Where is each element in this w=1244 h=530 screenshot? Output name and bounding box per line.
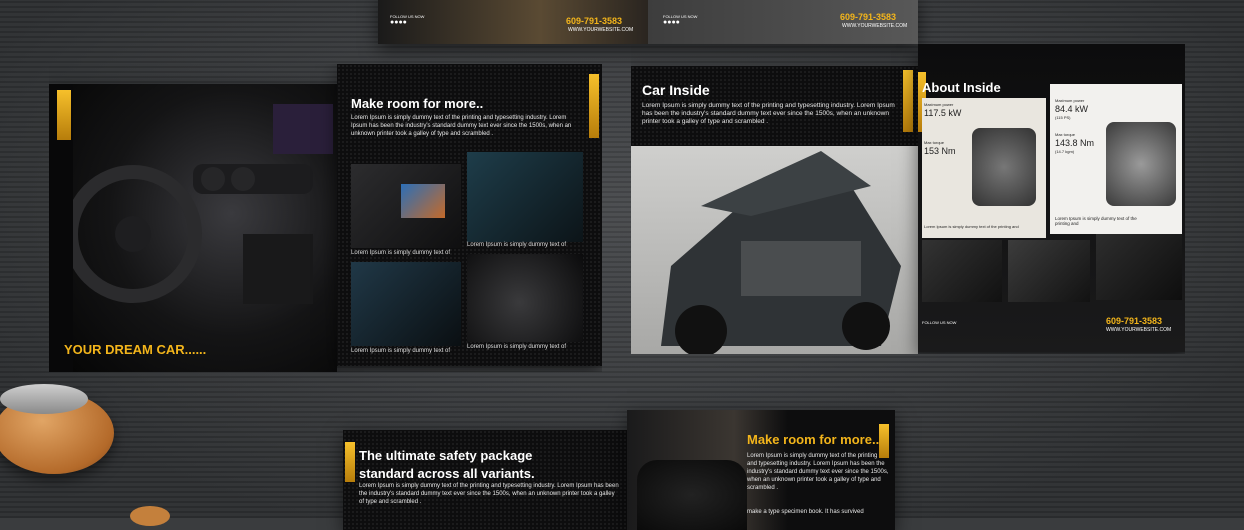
photo-caption: Lorem Ipsum is simply dummy text of	[467, 344, 567, 350]
about-inside-page: About Inside Maximum power 117.5 kW Max …	[918, 44, 1185, 352]
photo-caption: Lorem Ipsum is simply dummy text of	[351, 348, 451, 354]
website: WWW.YOURWEBSITE.COM	[568, 27, 634, 33]
car-photo	[637, 460, 747, 530]
gold-accent-bar	[903, 70, 913, 132]
engine-caption: Lorem Ipsum is simply dummy text of the …	[924, 224, 1019, 229]
spec-value: 153 Nm	[924, 146, 956, 156]
section-heading: Make room for more..	[351, 96, 484, 111]
about-heading: About Inside	[922, 80, 1001, 95]
interior-thumbnail	[1008, 240, 1090, 302]
gold-accent-bar	[345, 442, 355, 482]
phone-number: 609-791-3583	[1106, 316, 1163, 326]
phone-number: 609-791-3583	[840, 12, 897, 22]
safety-heading-line2: standard across all variants.	[359, 466, 535, 481]
social-icon: ●●●●	[390, 19, 407, 26]
wooden-object-top	[0, 384, 88, 414]
interior-thumbnail	[1096, 234, 1182, 300]
wooden-object-small	[130, 506, 170, 526]
right-body-continued: make a type specimen book. It has surviv…	[747, 509, 864, 515]
engine-card-right: Maximum power 84.4 kW (115 PS) Max torqu…	[1050, 84, 1182, 234]
safety-body: Lorem Ipsum is simply dummy text of the …	[359, 483, 619, 505]
right-brochure: Car Inside Lorem Ipsum is simply dummy t…	[631, 44, 1185, 354]
spec-value: 117.5 kW	[924, 108, 962, 118]
cover-page: YOUR DREAM CAR......	[49, 84, 337, 372]
social-icon: ●●●●	[663, 19, 680, 26]
phone-number: 609-791-3583	[566, 16, 623, 26]
gold-accent-bar	[57, 90, 71, 140]
steering-wheel-illustration	[73, 104, 333, 304]
social-icons-left: FOLLOW US NOW ●●●●	[390, 14, 424, 26]
car-illustration	[661, 151, 901, 354]
website: WWW.YOURWEBSITE.COM	[842, 23, 908, 29]
photo-caption: Lorem Ipsum is simply dummy text of	[351, 250, 451, 256]
follow-label: FOLLOW US NOW	[922, 320, 957, 325]
dashboard-photo	[73, 84, 337, 372]
car-inside-page: Car Inside Lorem Ipsum is simply dummy t…	[631, 66, 918, 354]
website: WWW.YOURWEBSITE.COM	[1106, 327, 1172, 333]
spec-unit: (115 PS)	[1055, 115, 1071, 120]
steering-photo	[467, 254, 583, 342]
open-hood-car-photo	[631, 146, 918, 354]
right-body: Lorem Ipsum is simply dummy text of the …	[747, 453, 889, 491]
interior-thumbnail	[922, 240, 1002, 302]
top-brochure: FOLLOW US NOW ●●●● 609-791-3583 WWW.YOUR…	[378, 0, 918, 44]
spec-label: Maximum power	[924, 102, 954, 107]
photo-caption: Lorem Ipsum is simply dummy text of	[467, 242, 567, 248]
section-body: Lorem Ipsum is simply dummy text of the …	[351, 115, 572, 137]
bottom-brochure-left-page: The ultimate safety package standard acr…	[343, 430, 627, 530]
touchscreen-photo	[351, 164, 461, 248]
bottom-brochure-right-page: Make room for more.. Lorem Ipsum is simp…	[627, 410, 895, 530]
spec-unit: (14.7 kgm)	[1055, 149, 1075, 154]
gear-shifter-photo	[467, 152, 583, 242]
social-icons-right: FOLLOW US NOW ●●●●	[663, 14, 697, 26]
right-heading: Make room for more..	[747, 432, 880, 447]
cover-tagline: YOUR DREAM CAR......	[64, 342, 207, 357]
inner-page: Make room for more.. Lorem Ipsum is simp…	[337, 64, 602, 366]
engine-photo	[972, 128, 1036, 206]
engine-photo	[1106, 122, 1176, 206]
spec-value: 143.8 Nm	[1055, 138, 1095, 148]
console-photo	[351, 262, 461, 346]
section-heading: Car Inside	[642, 82, 710, 98]
spec-label: Maximum power	[1055, 98, 1085, 103]
engine-caption: Lorem Ipsum is simply dummy text of the …	[1055, 216, 1137, 226]
safety-heading-line1: The ultimate safety package	[359, 448, 533, 463]
left-brochure: YOUR DREAM CAR...... Make room for more.…	[49, 64, 602, 372]
spec-value: 84.4 kW	[1055, 104, 1089, 114]
engine-card-left: Maximum power 117.5 kW Max torque 153 Nm…	[922, 98, 1046, 238]
section-body: Lorem Ipsum is simply dummy text of the …	[642, 102, 895, 125]
spec-label: Max torque	[924, 140, 945, 145]
gold-accent-bar	[589, 74, 599, 138]
spec-label: Max torque	[1055, 132, 1076, 137]
